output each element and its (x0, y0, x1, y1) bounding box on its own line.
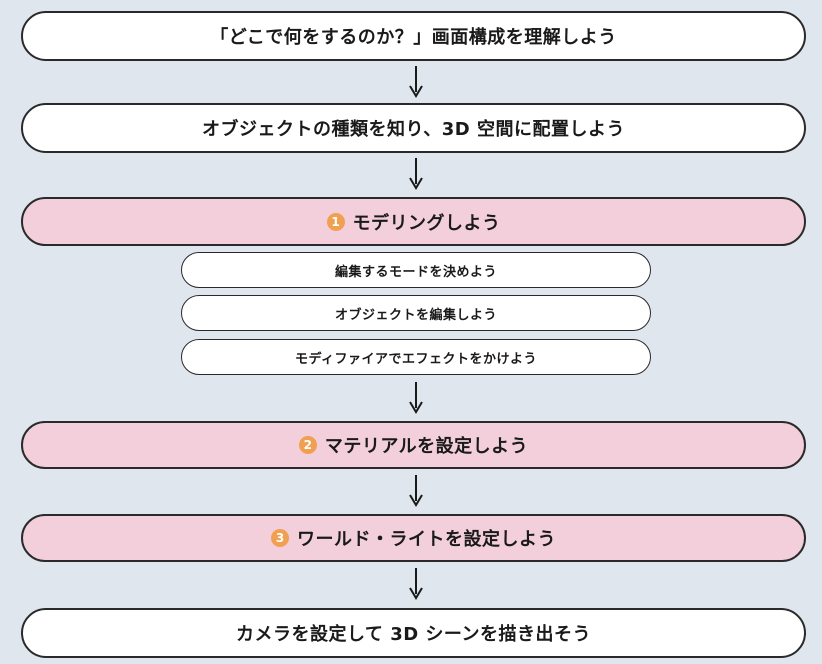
step-modeling: 1 モデリングしよう (21, 197, 806, 246)
step-understand-screen-layout: 「どこで何をするのか？」画面構成を理解しよう (21, 11, 806, 61)
step-modeling-label: モデリングしよう (352, 212, 501, 234)
step-material: 2 マテリアルを設定しよう (21, 421, 806, 469)
down-arrow-icon (409, 568, 423, 600)
down-arrow-icon (409, 382, 423, 414)
step-world-light: 3 ワールド・ライトを設定しよう (21, 514, 806, 562)
down-arrow-icon (409, 475, 423, 507)
down-arrow-icon (409, 66, 423, 98)
step-material-label: マテリアルを設定しよう (324, 436, 529, 457)
step-number-badge: 1 (326, 212, 345, 231)
down-arrow-icon (409, 158, 423, 190)
substep-edit-object-label: オブジェクトを編集しよう (334, 307, 497, 323)
step-number-badge: 3 (271, 529, 289, 547)
step-place-objects-in-3d-space: オブジェクトの種類を知り、3D 空間に配置しよう (21, 103, 806, 153)
substep-apply-modifier: モディファイアでエフェクトをかけよう (181, 339, 651, 375)
substep-choose-edit-mode-label: 編集するモードを決めよう (334, 264, 497, 280)
substep-choose-edit-mode: 編集するモードを決めよう (181, 252, 651, 288)
step-understand-screen-layout-label: 「どこで何をするのか？」画面構成を理解しよう (210, 27, 617, 48)
step-place-objects-label: オブジェクトの種類を知り、3D 空間に配置しよう (201, 119, 625, 140)
step-camera-render-label: カメラを設定して 3D シーンを描き出そう (235, 624, 592, 645)
substep-apply-modifier-label: モディファイアでエフェクトをかけよう (294, 351, 538, 367)
step-world-light-label: ワールド・ライトを設定しよう (297, 529, 556, 550)
step-number-badge: 2 (298, 436, 317, 454)
substep-edit-object: オブジェクトを編集しよう (181, 295, 651, 331)
step-camera-render: カメラを設定して 3D シーンを描き出そう (21, 608, 806, 658)
